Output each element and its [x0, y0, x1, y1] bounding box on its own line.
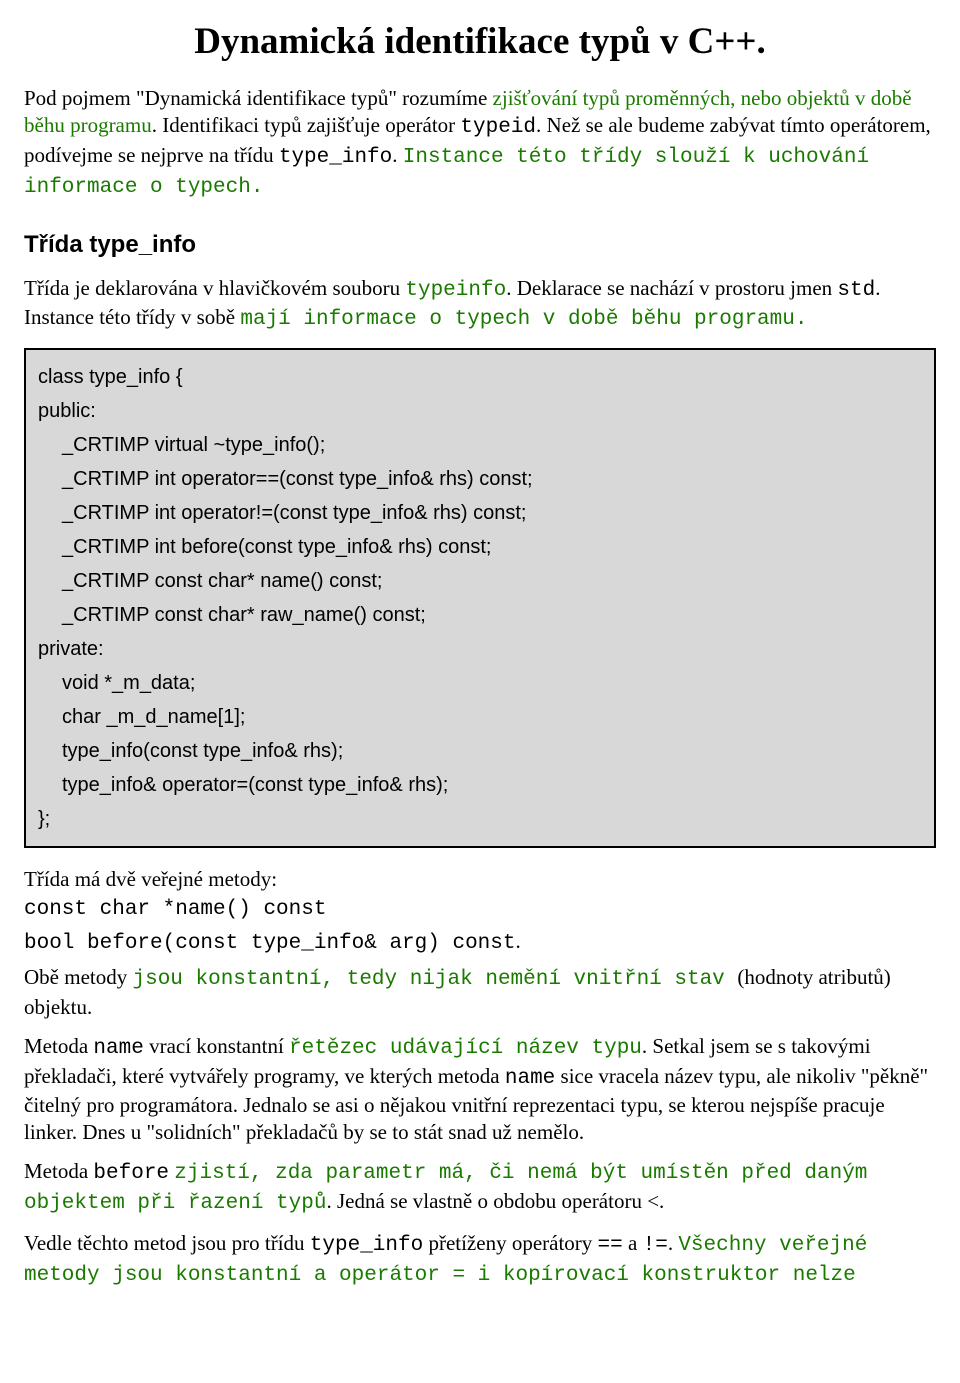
code-inline: name: [93, 1037, 143, 1060]
text: Obě metody: [24, 965, 132, 989]
text: .: [392, 143, 403, 167]
code-inline: !=: [643, 1234, 668, 1257]
highlight-code: mají informace o typech v době běhu prog…: [240, 308, 807, 331]
paragraph: Vedle těchto metod jsou pro třídu type_i…: [24, 1230, 936, 1290]
text: a: [623, 1231, 643, 1255]
code-line: _CRTIMP int before(const type_info& rhs)…: [38, 530, 922, 564]
code-inline: name: [505, 1067, 555, 1090]
paragraph: Třída má dvě veřejné metody:: [24, 866, 936, 893]
code-line: _CRTIMP int operator==(const type_info& …: [38, 462, 922, 496]
code-line: };: [38, 802, 922, 836]
section-paragraph: Třída je deklarována v hlavičkovém soubo…: [24, 275, 936, 335]
code-line: type_info& operator=(const type_info& rh…: [38, 768, 922, 802]
paragraph: Obě metody jsou konstantní, tedy nijak n…: [24, 964, 936, 1021]
text: . Identifikaci typů zajišťuje operátor: [152, 113, 461, 137]
highlight-code: typeinfo: [405, 279, 506, 302]
page-title: Dynamická identifikace typů v C++.: [24, 18, 936, 65]
highlight-code: řetězec udávající název typu: [289, 1037, 642, 1060]
method-signature: bool before(const type_info& arg) const.: [24, 928, 936, 958]
code-inline: type_info: [279, 146, 392, 169]
text: . Jedná se vlastně o obdobu operátoru <.: [326, 1189, 664, 1213]
code-block: class type_info { public: _CRTIMP virtua…: [24, 348, 936, 848]
code-inline: type_info: [310, 1234, 423, 1257]
text: .: [668, 1231, 679, 1255]
code-inline: std: [837, 279, 875, 302]
code-line: type_info(const type_info& rhs);: [38, 734, 922, 768]
code-line: _CRTIMP const char* name() const;: [38, 564, 922, 598]
text: . Deklarace se nachází v prostoru jmen: [506, 276, 837, 300]
code-line: char _m_d_name[1];: [38, 700, 922, 734]
code-inline: ==: [598, 1234, 623, 1257]
text: .: [515, 929, 520, 953]
intro-paragraph: Pod pojmem "Dynamická identifikace typů"…: [24, 85, 936, 202]
method-signature: const char *name() const: [24, 897, 936, 924]
code-line: private:: [38, 632, 922, 666]
highlight-code: jsou konstantní, tedy nijak nemění vnitř…: [132, 968, 737, 991]
text: Metoda: [24, 1034, 93, 1058]
text: přetíženy operátory: [423, 1231, 597, 1255]
code-line: _CRTIMP virtual ~type_info();: [38, 428, 922, 462]
section-heading: Třída type_info: [24, 230, 936, 261]
code-inline: before: [93, 1162, 169, 1185]
code-inline: bool before(const type_info& arg) const: [24, 932, 515, 955]
text: vrací konstantní: [144, 1034, 289, 1058]
code-line: void *_m_data;: [38, 666, 922, 700]
paragraph: Metoda name vrací konstantní řetězec udá…: [24, 1033, 936, 1147]
code-line: _CRTIMP const char* raw_name() const;: [38, 598, 922, 632]
code-line: public:: [38, 394, 922, 428]
paragraph: Metoda before zjistí, zda parametr má, č…: [24, 1158, 936, 1218]
code-line: class type_info {: [38, 360, 922, 394]
text: Vedle těchto metod jsou pro třídu: [24, 1231, 310, 1255]
code-line: _CRTIMP int operator!=(const type_info& …: [38, 496, 922, 530]
code-inline: typeid: [460, 116, 536, 139]
text: Třída je deklarována v hlavičkovém soubo…: [24, 276, 405, 300]
text: Metoda: [24, 1159, 93, 1183]
text: Pod pojmem "Dynamická identifikace typů"…: [24, 86, 493, 110]
